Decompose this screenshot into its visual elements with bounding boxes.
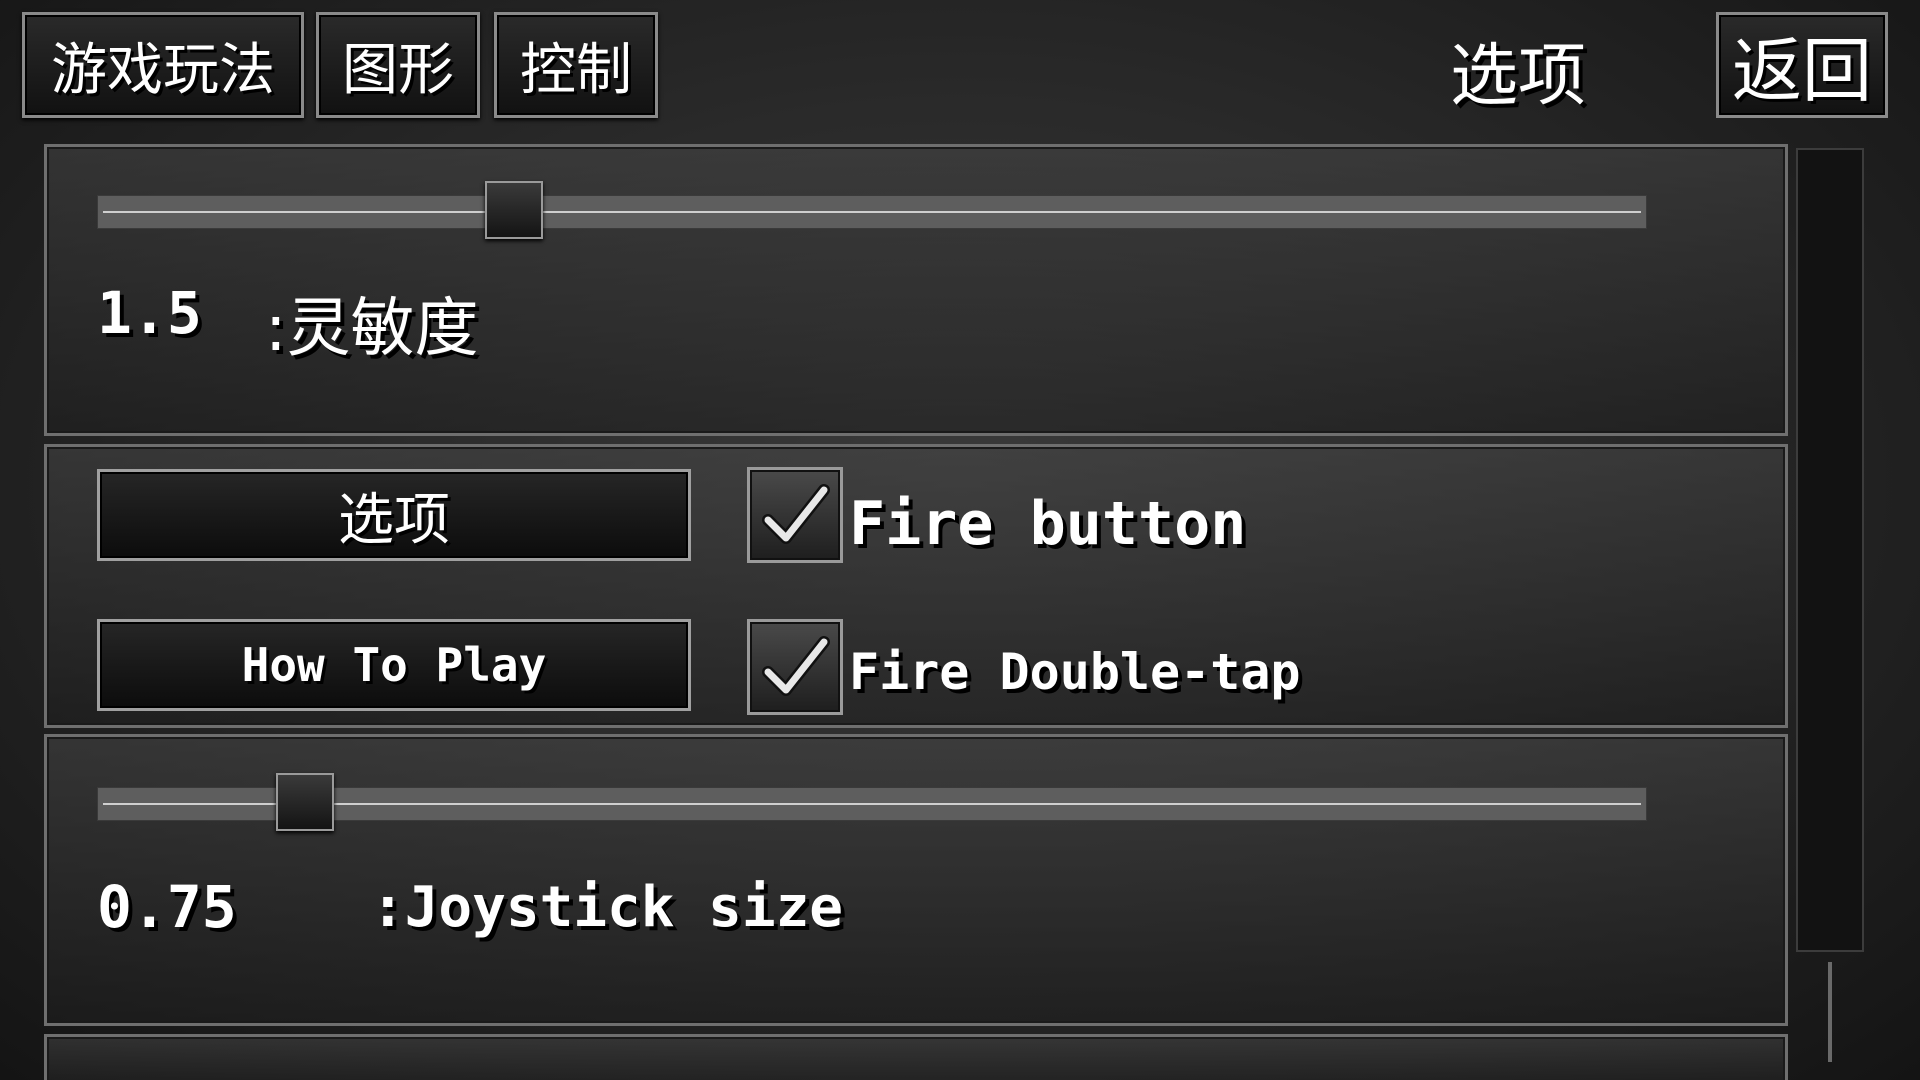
- how-to-play-label: How To Play: [241, 638, 547, 692]
- joystick-slider-thumb[interactable]: [276, 773, 334, 831]
- tab-controls-label: 控制: [520, 37, 632, 103]
- joystick-value: 0.75: [97, 873, 237, 941]
- tab-gameplay[interactable]: 游戏玩法: [22, 12, 304, 118]
- tab-graphics[interactable]: 图形: [316, 12, 480, 118]
- controls-panel: 选项 How To Play Fire button Fire Double-t…: [44, 444, 1788, 728]
- fire-button-checkbox[interactable]: [747, 467, 843, 563]
- tab-graphics-label: 图形: [342, 37, 454, 103]
- fire-double-tap-label: Fire Double-tap: [849, 643, 1301, 701]
- back-button[interactable]: 返回: [1716, 12, 1888, 118]
- tab-gameplay-label: 游戏玩法: [51, 37, 275, 103]
- next-panel-partial: [44, 1034, 1788, 1080]
- page-title: 选项: [1450, 37, 1587, 116]
- options-button[interactable]: 选项: [97, 469, 691, 561]
- scrollbar-indicator: [1828, 962, 1832, 1062]
- options-button-label: 选项: [338, 487, 450, 553]
- joystick-panel: 0.75 :Joystick size: [44, 734, 1788, 1026]
- sensitivity-value: 1.5: [97, 279, 202, 347]
- fire-double-tap-checkbox[interactable]: [747, 619, 843, 715]
- fire-button-label: Fire button: [849, 489, 1247, 559]
- joystick-slider[interactable]: [97, 773, 1647, 831]
- checkmark-icon: [762, 484, 830, 544]
- how-to-play-button[interactable]: How To Play: [97, 619, 691, 711]
- sensitivity-label: :灵敏度: [265, 292, 479, 366]
- options-screen: 游戏玩法 图形 控制 选项 返回 1.5 :灵敏度 选项 How To Play: [0, 0, 1920, 1080]
- joystick-label: :Joystick size: [371, 875, 844, 940]
- scrollbar[interactable]: [1796, 148, 1864, 952]
- sensitivity-slider[interactable]: [97, 181, 1647, 239]
- sensitivity-slider-track: [103, 211, 1641, 213]
- sensitivity-slider-thumb[interactable]: [485, 181, 543, 239]
- tab-controls[interactable]: 控制: [494, 12, 658, 118]
- back-button-label: 返回: [1732, 29, 1872, 112]
- sensitivity-panel: 1.5 :灵敏度: [44, 144, 1788, 436]
- checkmark-icon: [762, 636, 830, 696]
